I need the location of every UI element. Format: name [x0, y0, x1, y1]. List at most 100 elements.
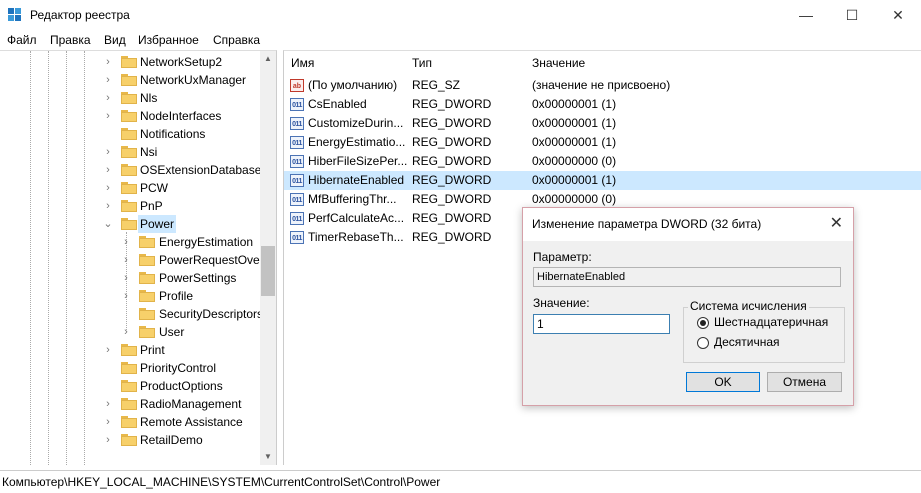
- expander-icon[interactable]: ›: [121, 287, 131, 305]
- expander-icon[interactable]: ›: [103, 161, 113, 179]
- expander-icon[interactable]: ›: [103, 341, 113, 359]
- tree-scrollbar[interactable]: ▲ ▼: [260, 51, 276, 465]
- tree-item-label[interactable]: Power: [138, 215, 177, 233]
- expander-icon[interactable]: ›: [121, 233, 131, 251]
- scroll-thumb[interactable]: [261, 246, 275, 296]
- registry-tree[interactable]: › NetworkSetup2 › NetworkUxManager › Nls › Node…: [0, 50, 277, 465]
- tree-item-label[interactable]: PriorityControl: [140, 359, 216, 377]
- tree-item[interactable]: › Nsi: [0, 143, 260, 161]
- expander-icon[interactable]: ›: [103, 431, 113, 449]
- radio-hex-label[interactable]: Шестнадцатеричная: [714, 315, 828, 329]
- value-row[interactable]: 011 HiberFileSizePer... REG_DWORD 0x0000000…: [284, 152, 921, 171]
- column-header-data[interactable]: Значение: [532, 56, 585, 70]
- maximize-button[interactable]: ☐: [829, 0, 875, 30]
- ok-button[interactable]: OK: [686, 372, 760, 392]
- expander-icon[interactable]: [103, 377, 113, 395]
- tree-item-label[interactable]: NetworkUxManager: [140, 71, 246, 89]
- close-window-button[interactable]: ✕: [875, 0, 921, 30]
- tree-item[interactable]: › PCW: [0, 179, 260, 197]
- tree-item[interactable]: › User: [0, 323, 260, 341]
- menu-help[interactable]: Справка: [213, 33, 260, 47]
- tree-item-label[interactable]: Notifications: [140, 125, 205, 143]
- folder-icon: [139, 272, 155, 284]
- tree-item[interactable]: › Profile: [0, 287, 260, 305]
- tree-item[interactable]: › NetworkUxManager: [0, 71, 260, 89]
- tree-item-label[interactable]: RetailDemo: [140, 431, 203, 449]
- expander-icon[interactable]: ›: [103, 395, 113, 413]
- expander-icon[interactable]: ›: [121, 251, 131, 269]
- tree-item-label[interactable]: PowerRequestOver: [159, 251, 264, 269]
- tree-item[interactable]: › Nls: [0, 89, 260, 107]
- value-row[interactable]: 011 EnergyEstimatio... REG_DWORD 0x00000001…: [284, 133, 921, 152]
- tree-item-label[interactable]: RadioManagement: [140, 395, 241, 413]
- value-row[interactable]: ab (По умолчанию) REG_SZ (значение не присв…: [284, 76, 921, 95]
- expander-icon[interactable]: [103, 125, 113, 143]
- menu-file[interactable]: Файл: [7, 33, 37, 47]
- value-type-cell: REG_DWORD: [412, 173, 492, 187]
- scroll-up-arrow[interactable]: ▲: [260, 51, 276, 67]
- tree-item-label[interactable]: PnP: [140, 197, 163, 215]
- tree-item[interactable]: › NodeInterfaces: [0, 107, 260, 125]
- expander-icon[interactable]: ›: [103, 89, 113, 107]
- tree-item[interactable]: SecurityDescriptors: [0, 305, 263, 323]
- folder-icon: [121, 92, 137, 104]
- tree-item-label[interactable]: ProductOptions: [140, 377, 223, 395]
- tree-item[interactable]: ProductOptions: [0, 377, 260, 395]
- tree-item-label[interactable]: NetworkSetup2: [140, 53, 222, 71]
- minimize-button[interactable]: —: [783, 0, 829, 30]
- tree-item-label[interactable]: PowerSettings: [159, 269, 236, 287]
- expander-icon[interactable]: ›: [103, 107, 113, 125]
- tree-item-label[interactable]: User: [159, 323, 184, 341]
- radio-hexadecimal[interactable]: [697, 317, 709, 329]
- tree-item[interactable]: › PowerSettings: [0, 269, 260, 287]
- value-row[interactable]: 011 CsEnabled REG_DWORD 0x00000001 (1): [284, 95, 921, 114]
- tree-item[interactable]: › Print: [0, 341, 260, 359]
- tree-item-label[interactable]: EnergyEstimation: [159, 233, 253, 251]
- tree-item[interactable]: ⌄ Power: [0, 215, 260, 233]
- radio-decimal[interactable]: [697, 337, 709, 349]
- tree-item-label[interactable]: Nls: [140, 89, 157, 107]
- value-row[interactable]: 011 HibernateEnabled REG_DWORD 0x00000001 (…: [284, 171, 921, 190]
- menu-favorites[interactable]: Избранное: [138, 33, 199, 47]
- expander-icon[interactable]: ›: [103, 53, 113, 71]
- tree-item[interactable]: Notifications: [0, 125, 260, 143]
- tree-item[interactable]: › OSExtensionDatabase: [0, 161, 261, 179]
- tree-item-label[interactable]: Nsi: [140, 143, 157, 161]
- value-row[interactable]: 011 CustomizeDurin... REG_DWORD 0x00000001 …: [284, 114, 921, 133]
- expander-icon[interactable]: ›: [121, 269, 131, 287]
- expander-icon[interactable]: [103, 359, 113, 377]
- value-input[interactable]: 1: [533, 314, 670, 334]
- radio-dec-label[interactable]: Десятичная: [714, 335, 780, 349]
- tree-item[interactable]: PriorityControl: [0, 359, 260, 377]
- expander-icon[interactable]: ›: [121, 323, 131, 341]
- menu-view[interactable]: Вид: [104, 33, 126, 47]
- expander-icon[interactable]: ›: [103, 179, 113, 197]
- tree-item[interactable]: › PowerRequestOver: [0, 251, 264, 269]
- column-header-type[interactable]: Тип: [412, 56, 432, 70]
- tree-item[interactable]: › NetworkSetup2: [0, 53, 260, 71]
- tree-item-label[interactable]: PCW: [140, 179, 168, 197]
- tree-item[interactable]: › PnP: [0, 197, 260, 215]
- cancel-button[interactable]: Отмена: [767, 372, 842, 392]
- dialog-close-button[interactable]: ✕: [830, 213, 843, 233]
- tree-item[interactable]: › RadioManagement: [0, 395, 260, 413]
- value-type-cell: REG_SZ: [412, 78, 461, 92]
- tree-item-label[interactable]: OSExtensionDatabase: [140, 161, 261, 179]
- expander-icon[interactable]: ›: [103, 197, 113, 215]
- tree-item-label[interactable]: NodeInterfaces: [140, 107, 221, 125]
- tree-item[interactable]: › EnergyEstimation: [0, 233, 260, 251]
- tree-item[interactable]: › Remote Assistance: [0, 413, 260, 431]
- tree-item-label[interactable]: Print: [140, 341, 165, 359]
- expander-icon[interactable]: ›: [103, 413, 113, 431]
- expander-icon[interactable]: ⌄: [103, 215, 113, 233]
- tree-item-label[interactable]: Profile: [159, 287, 193, 305]
- scroll-down-arrow[interactable]: ▼: [260, 449, 276, 465]
- expander-icon[interactable]: ›: [103, 143, 113, 161]
- tree-item-label[interactable]: SecurityDescriptors: [159, 305, 263, 323]
- column-header-name[interactable]: Имя: [291, 56, 314, 70]
- tree-item-label[interactable]: Remote Assistance: [140, 413, 243, 431]
- expander-icon[interactable]: [121, 305, 131, 323]
- tree-item[interactable]: › RetailDemo: [0, 431, 260, 449]
- menu-edit[interactable]: Правка: [50, 33, 91, 47]
- expander-icon[interactable]: ›: [103, 71, 113, 89]
